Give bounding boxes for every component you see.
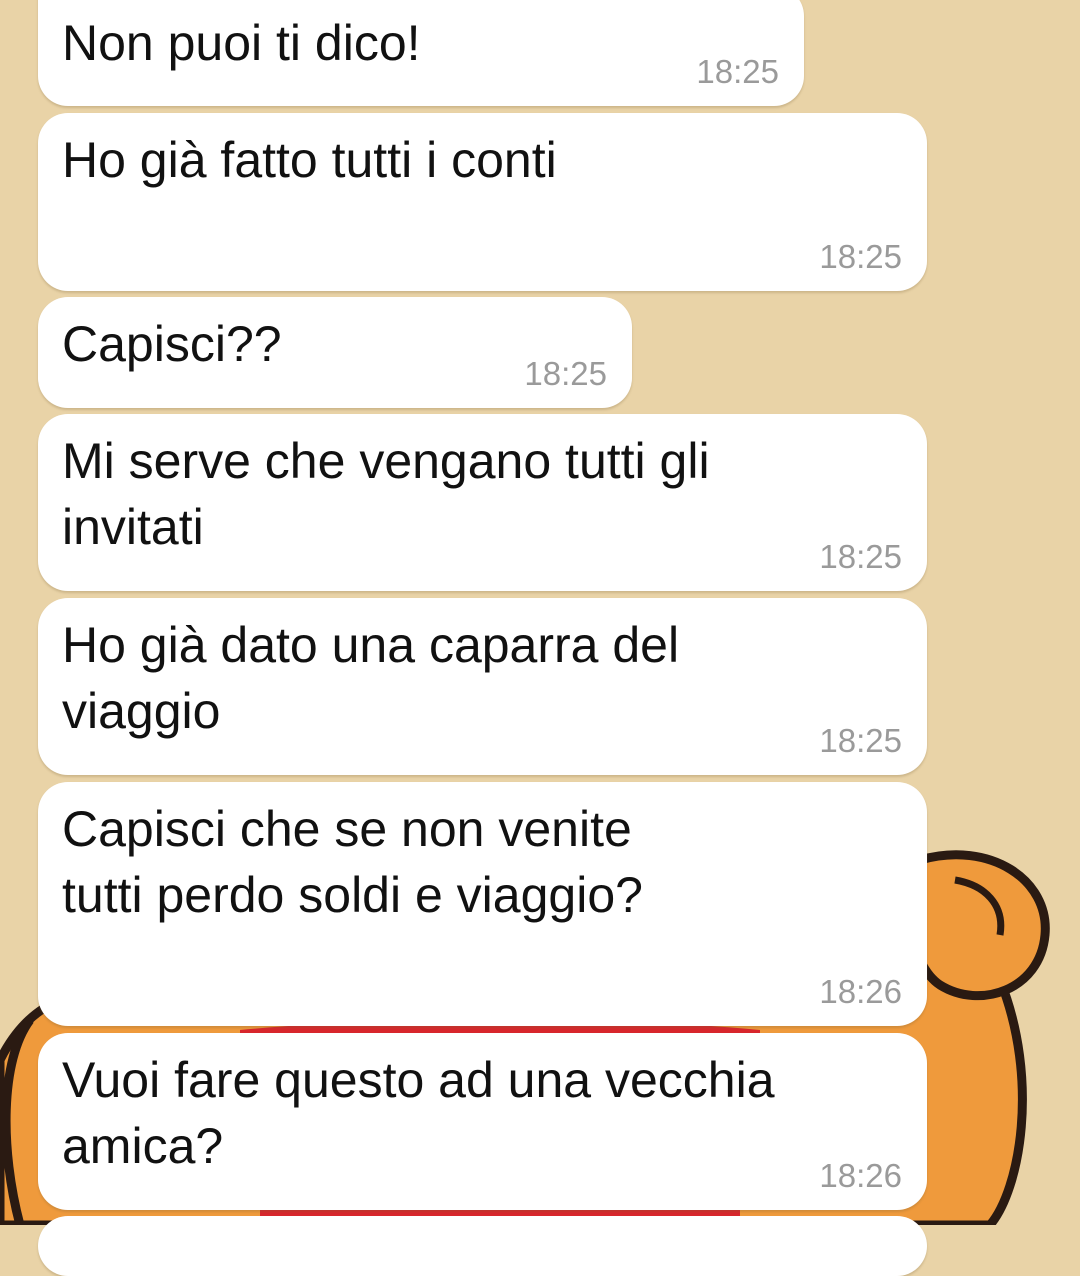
message-timestamp: 18:25 [819,538,902,575]
message-bubble[interactable]: Capisci?? 18:25 [38,297,632,408]
message-timestamp: 18:26 [819,1157,902,1194]
message-bubble[interactable]: Vuoi fare questo ad una vecchia amica? 1… [38,1033,927,1210]
message-text: Capisci che se non venite tutti perdo so… [62,801,643,923]
message-timestamp: 18:25 [819,238,902,275]
message-text: Ho già fatto tutti i conti [62,132,557,188]
message-text: Vuoi fare questo ad una vecchia amica? [62,1052,775,1174]
message-bubble[interactable]: Ho già fatto tutti i conti 18:25 [38,113,927,291]
message-timestamp: 18:25 [524,355,607,392]
message-text: Ho già dato una caparra del viaggio [62,617,680,739]
message-text: Mi serve che vengano tutti gli invitati [62,433,710,555]
message-bubble[interactable]: Mi serve che vengano tutti gli invitati … [38,414,927,591]
message-bubble[interactable]: Non puoi ti dico! 18:25 [38,0,804,106]
message-bubble[interactable]: Capisci che se non venite tutti perdo so… [38,782,927,1026]
message-text: Non puoi ti dico! [62,15,421,71]
chat-message-list[interactable]: Non puoi ti dico! 18:25 Ho già fatto tut… [0,0,1080,1276]
message-bubble-partial[interactable] [38,1216,927,1276]
message-timestamp: 18:25 [696,53,779,90]
message-timestamp: 18:25 [819,722,902,759]
message-timestamp: 18:26 [819,973,902,1010]
message-bubble[interactable]: Ho già dato una caparra del viaggio 18:2… [38,598,927,775]
